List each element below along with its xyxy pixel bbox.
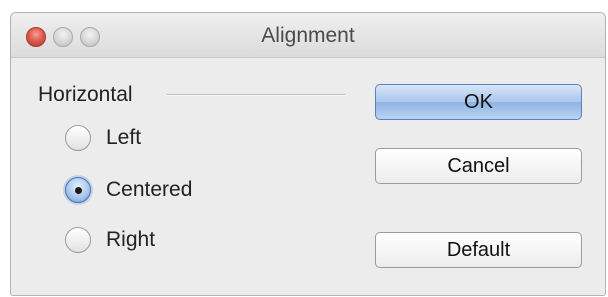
radio-selected-dot	[74, 186, 82, 194]
radio-button-centered[interactable]	[65, 177, 91, 203]
radio-label-right: Right	[106, 228, 156, 251]
title-bar[interactable]: Alignment	[11, 13, 605, 58]
radio-option-centered[interactable]: Centered	[65, 175, 192, 205]
radio-button-left[interactable]	[65, 125, 91, 151]
cancel-button[interactable]: Cancel	[375, 148, 582, 184]
window-title: Alignment	[261, 24, 355, 47]
horizontal-group-label: Horizontal	[38, 83, 133, 106]
default-button[interactable]: Default	[375, 232, 582, 268]
alignment-dialog: Alignment Horizontal Left Centered Right…	[10, 12, 606, 296]
radio-option-left[interactable]: Left	[65, 123, 141, 153]
radio-option-right[interactable]: Right	[65, 225, 155, 255]
radio-button-right[interactable]	[65, 227, 91, 253]
group-divider	[167, 94, 345, 96]
ok-button[interactable]: OK	[375, 84, 582, 120]
radio-label-left: Left	[106, 126, 142, 149]
radio-label-centered: Centered	[106, 178, 193, 201]
